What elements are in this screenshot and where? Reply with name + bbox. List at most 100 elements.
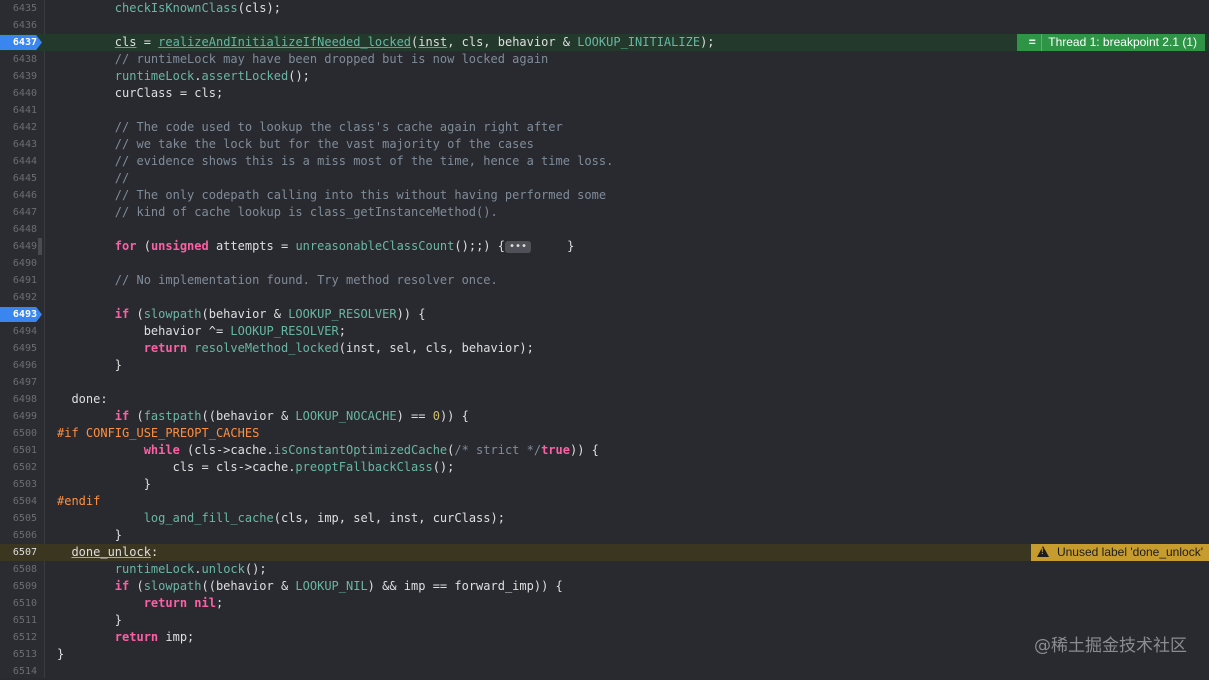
line-number[interactable]: 6498 — [0, 391, 37, 408]
code-line[interactable]: 6509 if (slowpath((behavior & LOOKUP_NIL… — [0, 578, 1209, 595]
code-text[interactable]: cls = realizeAndInitializeIfNeeded_locke… — [57, 34, 715, 51]
code-text[interactable]: // The only codepath calling into this w… — [57, 187, 606, 204]
code-line[interactable]: 6508 runtimeLock.unlock(); — [0, 561, 1209, 578]
line-number[interactable]: 6514 — [0, 663, 37, 680]
code-line[interactable]: 6490 — [0, 255, 1209, 272]
code-line[interactable]: 6502 cls = cls->cache.preoptFallbackClas… — [0, 459, 1209, 476]
breakpoint-marker[interactable]: 6437 — [0, 35, 42, 50]
code-text[interactable]: // runtimeLock may have been dropped but… — [57, 51, 548, 68]
code-text[interactable]: // No implementation found. Try method r… — [57, 272, 498, 289]
code-line[interactable]: 6496 } — [0, 357, 1209, 374]
code-text[interactable]: #endif — [57, 493, 100, 510]
code-line[interactable]: 6495 return resolveMethod_locked(inst, s… — [0, 340, 1209, 357]
line-number[interactable]: 6501 — [0, 442, 37, 459]
thread-breakpoint-badge[interactable]: = Thread 1: breakpoint 2.1 (1) — [1017, 34, 1205, 51]
code-text[interactable]: runtimeLock.unlock(); — [57, 561, 267, 578]
code-line[interactable]: 6449 for (unsigned attempts = unreasonab… — [0, 238, 1209, 255]
fold-ribbon[interactable] — [38, 238, 42, 255]
code-line[interactable]: 6448 — [0, 221, 1209, 238]
code-line[interactable]: 6503 } — [0, 476, 1209, 493]
line-number[interactable]: 6494 — [0, 323, 37, 340]
line-number[interactable]: 6499 — [0, 408, 37, 425]
code-line[interactable]: 6498 done: — [0, 391, 1209, 408]
code-text[interactable]: } — [57, 357, 122, 374]
code-text[interactable]: // kind of cache lookup is class_getInst… — [57, 204, 498, 221]
code-line[interactable]: 6510 return nil; — [0, 595, 1209, 612]
line-number[interactable]: 6438 — [0, 51, 37, 68]
line-number[interactable]: 6449 — [0, 238, 37, 255]
code-text[interactable]: #if CONFIG_USE_PREOPT_CACHES — [57, 425, 259, 442]
line-number[interactable]: 6508 — [0, 561, 37, 578]
code-text[interactable]: cls = cls->cache.preoptFallbackClass(); — [57, 459, 455, 476]
line-number[interactable]: 6513 — [0, 646, 37, 663]
code-line[interactable]: 6436 — [0, 17, 1209, 34]
folded-code-button[interactable]: ••• — [504, 241, 532, 253]
line-number[interactable]: 6445 — [0, 170, 37, 187]
code-text[interactable]: } — [57, 476, 151, 493]
code-line[interactable]: 6447 // kind of cache lookup is class_ge… — [0, 204, 1209, 221]
code-text[interactable]: if (fastpath((behavior & LOOKUP_NOCACHE)… — [57, 408, 469, 425]
line-number[interactable]: 6448 — [0, 221, 37, 238]
line-number[interactable]: 6502 — [0, 459, 37, 476]
line-number[interactable]: 6443 — [0, 136, 37, 153]
code-line[interactable]: 6494 behavior ^= LOOKUP_RESOLVER; — [0, 323, 1209, 340]
code-line[interactable]: 6443 // we take the lock but for the vas… — [0, 136, 1209, 153]
code-text[interactable]: curClass = cls; — [57, 85, 223, 102]
line-number[interactable]: 6490 — [0, 255, 37, 272]
line-number[interactable]: 6500 — [0, 425, 37, 442]
code-line[interactable]: 6499 if (fastpath((behavior & LOOKUP_NOC… — [0, 408, 1209, 425]
code-line[interactable]: 6492 — [0, 289, 1209, 306]
line-number[interactable]: 6497 — [0, 374, 37, 391]
code-text[interactable]: log_and_fill_cache(cls, imp, sel, inst, … — [57, 510, 505, 527]
code-line[interactable]: 6505 log_and_fill_cache(cls, imp, sel, i… — [0, 510, 1209, 527]
line-number[interactable]: 6496 — [0, 357, 37, 374]
code-line[interactable]: 6440 curClass = cls; — [0, 85, 1209, 102]
code-line[interactable]: 6445 // — [0, 170, 1209, 187]
line-number[interactable]: 6441 — [0, 102, 37, 119]
code-text[interactable]: checkIsKnownClass(cls); — [57, 0, 281, 17]
line-number[interactable]: 6505 — [0, 510, 37, 527]
code-line[interactable]: 6442 // The code used to lookup the clas… — [0, 119, 1209, 136]
code-text[interactable]: if (slowpath((behavior & LOOKUP_NIL) && … — [57, 578, 563, 595]
code-text[interactable]: runtimeLock.assertLocked(); — [57, 68, 310, 85]
code-line[interactable]: 6491 // No implementation found. Try met… — [0, 272, 1209, 289]
line-number[interactable]: 6509 — [0, 578, 37, 595]
code-line[interactable]: 6501 while (cls->cache.isConstantOptimiz… — [0, 442, 1209, 459]
line-number[interactable]: 6495 — [0, 340, 37, 357]
line-number[interactable]: 6507 — [0, 544, 37, 561]
line-number[interactable]: 6444 — [0, 153, 37, 170]
code-line[interactable]: 6437 cls = realizeAndInitializeIfNeeded_… — [0, 34, 1209, 51]
code-text[interactable]: // we take the lock but for the vast maj… — [57, 136, 534, 153]
breakpoint-marker[interactable]: 6493 — [0, 307, 42, 322]
line-number[interactable]: 6435 — [0, 0, 37, 17]
code-text[interactable]: return nil; — [57, 595, 224, 612]
line-number[interactable]: 6440 — [0, 85, 37, 102]
code-text[interactable]: return resolveMethod_locked(inst, sel, c… — [57, 340, 534, 357]
line-number[interactable]: 6506 — [0, 527, 37, 544]
code-text[interactable]: done_unlock: — [57, 544, 158, 561]
code-text[interactable]: if (slowpath(behavior & LOOKUP_RESOLVER)… — [57, 306, 426, 323]
code-line[interactable]: 6439 runtimeLock.assertLocked(); — [0, 68, 1209, 85]
code-line[interactable]: 6493 if (slowpath(behavior & LOOKUP_RESO… — [0, 306, 1209, 323]
code-line[interactable]: 6444 // evidence shows this is a miss mo… — [0, 153, 1209, 170]
code-line[interactable]: 6513} — [0, 646, 1209, 663]
code-line[interactable]: 6506 } — [0, 527, 1209, 544]
code-line[interactable]: 6500 #if CONFIG_USE_PREOPT_CACHES — [0, 425, 1209, 442]
code-line[interactable]: 6435 checkIsKnownClass(cls); — [0, 0, 1209, 17]
code-editor[interactable]: 6435 checkIsKnownClass(cls); 6436 6437 cls… — [0, 0, 1209, 678]
line-number[interactable]: 6511 — [0, 612, 37, 629]
code-text[interactable]: while (cls->cache.isConstantOptimizedCac… — [57, 442, 599, 459]
line-number[interactable]: 6503 — [0, 476, 37, 493]
line-number[interactable]: 6447 — [0, 204, 37, 221]
code-line[interactable]: 6438 // runtimeLock may have been droppe… — [0, 51, 1209, 68]
line-number[interactable]: 6439 — [0, 68, 37, 85]
line-number[interactable]: 6436 — [0, 17, 37, 34]
code-text[interactable]: // — [57, 170, 129, 187]
line-number[interactable]: 6504 — [0, 493, 37, 510]
line-number[interactable]: 6492 — [0, 289, 37, 306]
line-number[interactable]: 6510 — [0, 595, 37, 612]
code-text[interactable]: // evidence shows this is a miss most of… — [57, 153, 614, 170]
code-text[interactable]: } — [57, 612, 122, 629]
line-number[interactable]: 6512 — [0, 629, 37, 646]
code-text[interactable]: return imp; — [57, 629, 194, 646]
